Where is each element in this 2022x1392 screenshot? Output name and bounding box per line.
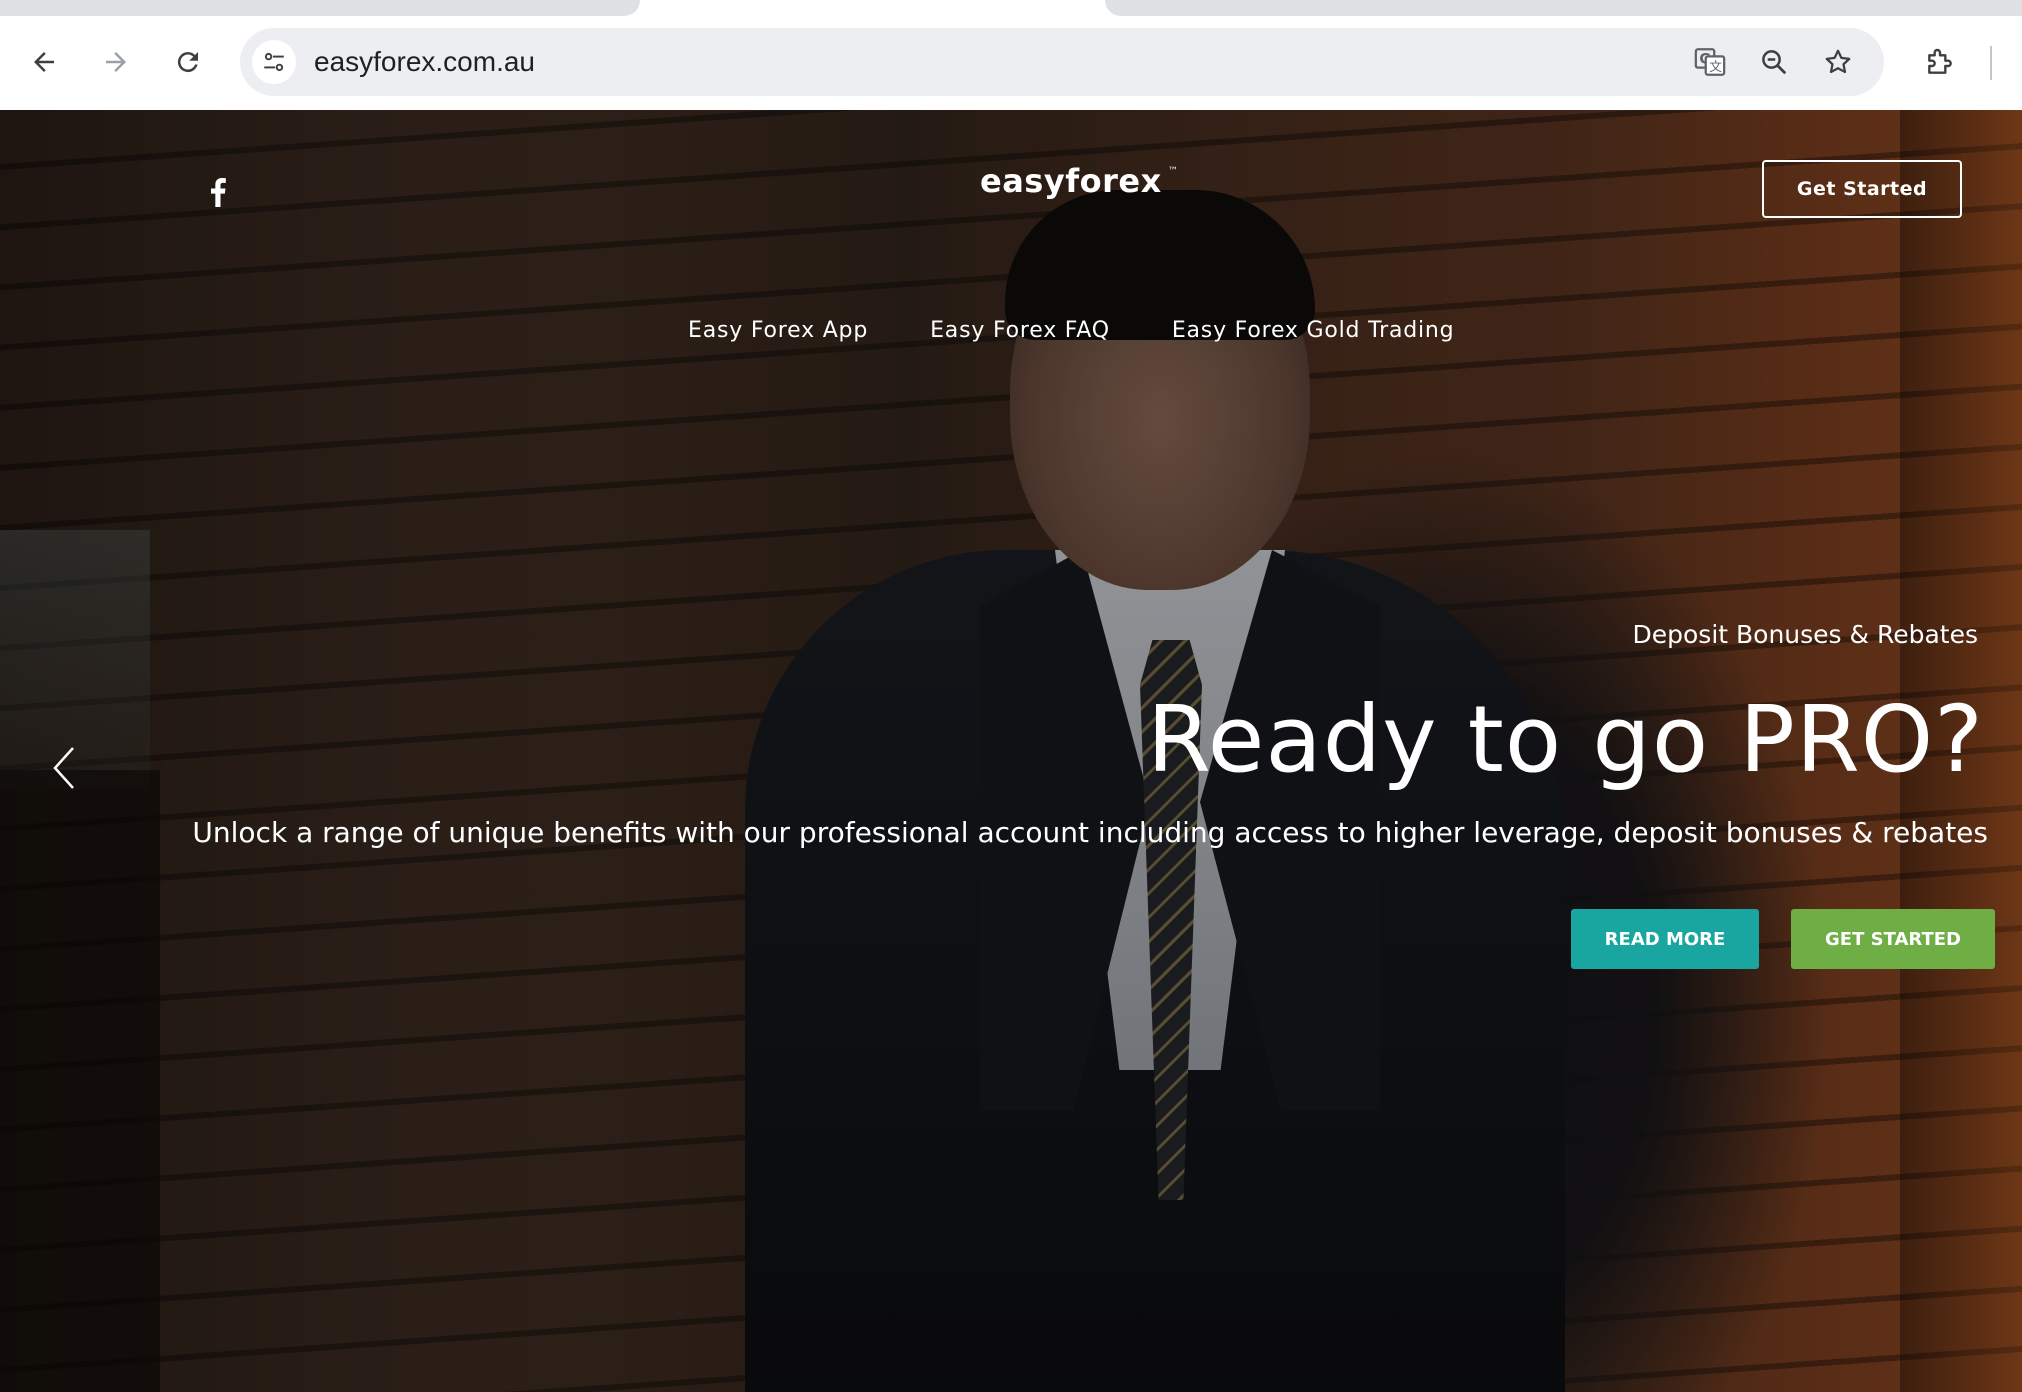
slider-prev-button[interactable] <box>46 740 82 796</box>
read-more-button[interactable]: READ MORE <box>1571 909 1759 969</box>
back-button[interactable] <box>22 40 66 84</box>
logo-trademark: ™ <box>1168 166 1178 177</box>
bookmark-button[interactable] <box>1818 42 1858 82</box>
slide-description: Unlock a range of unique benefits with o… <box>192 816 1988 849</box>
facebook-icon <box>211 178 226 207</box>
slide-get-started-button[interactable]: GET STARTED <box>1791 909 1995 969</box>
translate-icon: G 文 <box>1694 48 1726 76</box>
nav-link-easy-forex-app[interactable]: Easy Forex App <box>688 318 868 358</box>
extensions-button[interactable] <box>1918 40 1962 84</box>
zoom-out-icon <box>1762 50 1787 75</box>
url-text[interactable]: easyforex.com.au <box>314 28 535 96</box>
svg-text:文: 文 <box>1709 60 1722 75</box>
main-nav: Easy Forex App Easy Forex FAQ Easy Forex… <box>688 318 1454 358</box>
chevron-left-icon <box>53 747 74 789</box>
tab-strip-left <box>0 0 640 16</box>
zoom-button[interactable] <box>1754 42 1794 82</box>
forward-arrow-icon <box>106 52 126 72</box>
tab-strip-right <box>1105 0 2022 16</box>
forward-button[interactable] <box>94 40 138 84</box>
translate-button[interactable]: G 文 <box>1690 42 1730 82</box>
reload-icon <box>177 52 198 73</box>
back-arrow-icon <box>34 52 54 72</box>
tune-icon <box>264 52 284 72</box>
site-logo[interactable]: easyforex ™ <box>980 162 1180 212</box>
address-bar[interactable]: easyforex.com.au G 文 <box>240 28 1884 96</box>
slide-eyebrow: Deposit Bonuses & Rebates <box>1632 620 1979 649</box>
reload-button[interactable] <box>166 40 210 84</box>
logo-text: easyforex <box>980 162 1162 200</box>
browser-chrome: easyforex.com.au G 文 <box>0 0 2022 111</box>
site-info-button[interactable] <box>252 40 296 84</box>
toolbar-divider <box>1990 46 1992 80</box>
star-icon <box>1825 49 1851 74</box>
hero-slider: easyforex ™ Get Started Easy Forex App E… <box>0 110 2022 1392</box>
facebook-link[interactable] <box>204 176 232 208</box>
slide-title: Ready to go PRO? <box>1146 686 1984 793</box>
nav-link-easy-forex-faq[interactable]: Easy Forex FAQ <box>930 318 1110 358</box>
header-get-started-button[interactable]: Get Started <box>1762 160 1962 218</box>
nav-link-easy-forex-gold-trading[interactable]: Easy Forex Gold Trading <box>1172 318 1455 358</box>
puzzle-icon <box>1928 48 1952 74</box>
